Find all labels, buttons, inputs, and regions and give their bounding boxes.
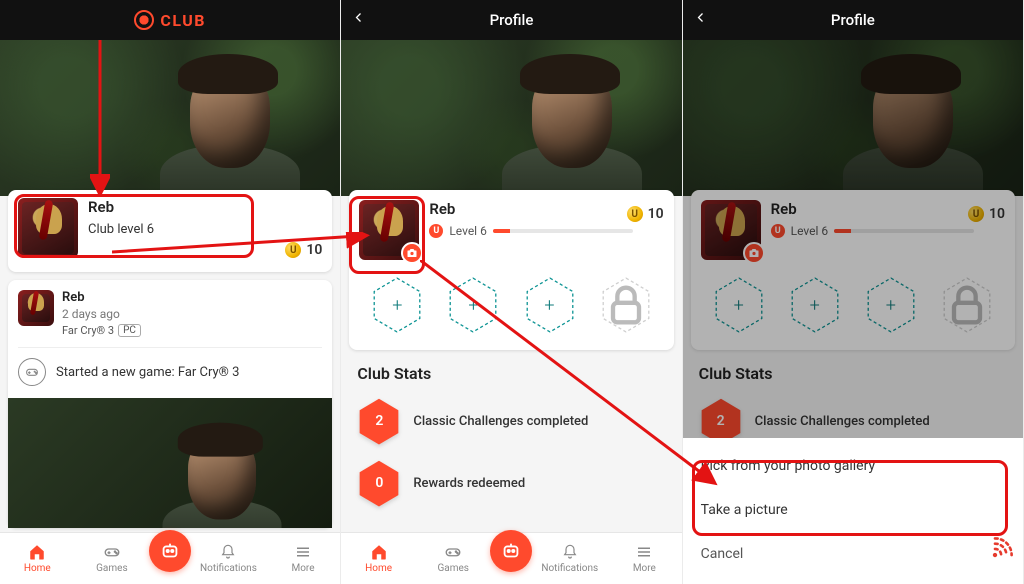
stat-value: 2 bbox=[375, 413, 383, 429]
stat-row: 2 Classic Challenges completed bbox=[353, 393, 669, 455]
level-label: Level 6 bbox=[449, 224, 487, 238]
stat-badge: 2 bbox=[357, 397, 401, 445]
level-progress-bar bbox=[493, 229, 633, 233]
back-button[interactable] bbox=[353, 9, 365, 32]
stat-label: Classic Challenges completed bbox=[413, 414, 588, 429]
action-sheet: Pick from your photo gallery Take a pict… bbox=[683, 438, 1023, 584]
u-coin-icon: U bbox=[627, 206, 643, 222]
bell-icon bbox=[220, 543, 236, 561]
header-home: CLUB bbox=[0, 0, 340, 40]
home-content: Reb Club level 6 U 10 Reb 2 days ago bbox=[0, 40, 340, 532]
club-logo: CLUB bbox=[134, 10, 206, 30]
activity-avatar bbox=[18, 290, 54, 326]
tab-games[interactable]: Games bbox=[416, 543, 491, 574]
coins-display: U 10 bbox=[285, 242, 322, 258]
back-button[interactable] bbox=[695, 9, 707, 32]
coins-display: U 10 bbox=[627, 206, 664, 222]
home-icon bbox=[370, 543, 388, 561]
controller-icon bbox=[102, 543, 122, 561]
platform-tag: PC bbox=[118, 324, 141, 337]
coin-value: 10 bbox=[306, 242, 322, 258]
stat-badge: 0 bbox=[357, 459, 401, 507]
sam-button[interactable] bbox=[149, 530, 191, 572]
badge-slots: + + + bbox=[359, 276, 663, 334]
page-title: Profile bbox=[831, 11, 875, 29]
sheet-cancel[interactable]: Cancel bbox=[683, 532, 1023, 576]
stat-label: Rewards redeemed bbox=[413, 476, 525, 491]
header-profile: Profile bbox=[683, 0, 1023, 40]
club-stats-title: Club Stats bbox=[357, 364, 669, 383]
stat-value: 0 bbox=[375, 475, 383, 491]
badge-slot-add[interactable]: + bbox=[524, 276, 576, 334]
badge-slot-add[interactable]: + bbox=[371, 276, 423, 334]
activity-time: 2 days ago bbox=[62, 307, 322, 321]
header-profile: Profile bbox=[341, 0, 681, 40]
tab-notifications[interactable]: Notifications bbox=[191, 543, 266, 574]
brand-name: CLUB bbox=[160, 11, 206, 30]
pane-home: CLUB Reb Club level 6 U 10 bbox=[0, 0, 341, 584]
tabbar: Home Games Notifications More bbox=[0, 532, 340, 584]
lock-icon bbox=[600, 276, 652, 334]
avatar-edit[interactable] bbox=[359, 200, 419, 260]
controller-icon bbox=[443, 543, 463, 561]
tab-games[interactable]: Games bbox=[75, 543, 150, 574]
profile-content: Reb U Level 6 U 10 + bbox=[341, 40, 681, 532]
sam-button[interactable] bbox=[490, 530, 532, 572]
hero-character bbox=[502, 50, 642, 196]
activity-author: Reb bbox=[62, 290, 322, 305]
controller-icon bbox=[18, 358, 46, 386]
menu-icon bbox=[294, 543, 312, 561]
hero-banner bbox=[0, 40, 340, 196]
menu-icon bbox=[635, 543, 653, 561]
tab-notifications[interactable]: Notifications bbox=[532, 543, 607, 574]
stat-row: 0 Rewards redeemed bbox=[353, 455, 669, 517]
activity-line: Started a new game: Far Cry® 3 bbox=[56, 365, 239, 380]
home-icon bbox=[28, 543, 46, 561]
tabbar: Home Games Notifications More bbox=[341, 532, 681, 584]
u-coin-icon: U bbox=[285, 242, 301, 258]
badge-slot-add[interactable]: + bbox=[447, 276, 499, 334]
page-title: Profile bbox=[490, 11, 534, 29]
tab-more[interactable]: More bbox=[607, 543, 682, 574]
pane-profile: Profile Reb U Level 6 bbox=[341, 0, 682, 584]
hero-banner bbox=[341, 40, 681, 196]
bell-icon bbox=[562, 543, 578, 561]
sheet-option-camera[interactable]: Take a picture bbox=[683, 488, 1023, 532]
profile-card[interactable]: Reb Club level 6 U 10 bbox=[8, 190, 332, 272]
badge-slot-locked bbox=[600, 276, 652, 334]
ubisoft-swirl-icon bbox=[134, 10, 154, 30]
profile-content-dimmed: Reb U Level 6 U 10 + + + bbox=[683, 40, 1023, 584]
source-watermark-icon bbox=[974, 534, 1016, 576]
club-level-text: Club level 6 bbox=[88, 222, 322, 237]
tab-home[interactable]: Home bbox=[0, 543, 75, 574]
sheet-option-gallery[interactable]: Pick from your photo gallery bbox=[683, 444, 1023, 488]
activity-game: Far Cry® 3 bbox=[62, 324, 114, 337]
u-level-icon: U bbox=[429, 224, 443, 238]
activity-image bbox=[8, 398, 332, 528]
pane-profile-sheet: Profile Reb U Level 6 bbox=[683, 0, 1024, 584]
tab-more[interactable]: More bbox=[266, 543, 341, 574]
avatar[interactable] bbox=[18, 198, 78, 258]
coin-value: 10 bbox=[648, 206, 664, 222]
hero-character bbox=[160, 50, 300, 196]
username: Reb bbox=[88, 198, 322, 216]
camera-icon[interactable] bbox=[401, 242, 423, 264]
activity-card[interactable]: Reb 2 days ago Far Cry® 3 PC Started a n… bbox=[8, 280, 332, 528]
profile-card: Reb U Level 6 U 10 + bbox=[349, 190, 673, 350]
tab-home[interactable]: Home bbox=[341, 543, 416, 574]
